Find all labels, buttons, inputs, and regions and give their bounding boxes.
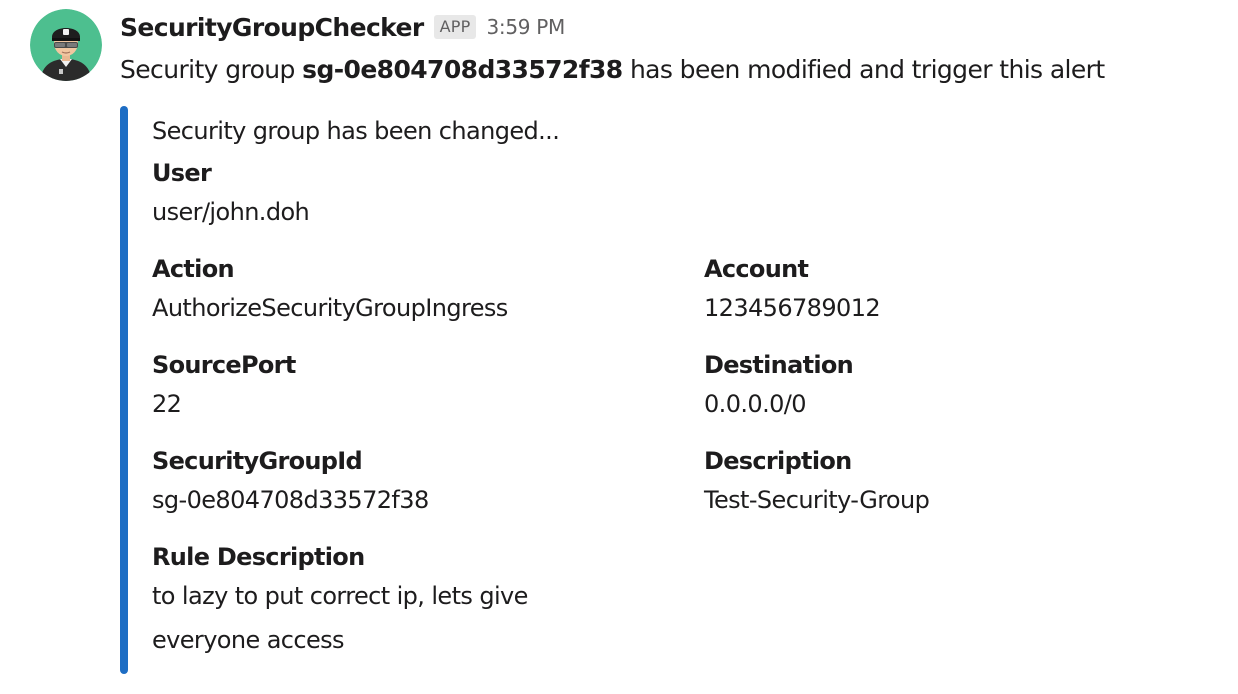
message-text-suffix: has been modified and trigger this alert — [622, 55, 1105, 84]
field-source-port: SourcePort 22 — [152, 348, 672, 426]
field-value: Test-Security-Group — [704, 486, 930, 514]
alert-attachment: Security group has been changed... User … — [120, 106, 1120, 674]
field-title: Rule Description — [152, 543, 365, 571]
field-value: sg-0e804708d33572f38 — [152, 486, 429, 514]
message-timestamp[interactable]: 3:59 PM — [486, 15, 565, 39]
message-header: SecurityGroupChecker APP 3:59 PM — [120, 10, 565, 44]
field-value: user/john.doh — [152, 198, 310, 226]
security-guard-avatar-icon — [30, 9, 102, 81]
field-value: AuthorizeSecurityGroupIngress — [152, 294, 508, 322]
field-value: 0.0.0.0/0 — [704, 390, 807, 418]
field-destination: Destination 0.0.0.0/0 — [704, 348, 1224, 426]
field-title: User — [152, 159, 212, 187]
field-account: Account 123456789012 — [704, 252, 1224, 330]
field-description: Description Test-Security-Group — [704, 444, 1224, 522]
attachment-pretext: Security group has been changed... — [152, 117, 560, 145]
field-rule-description: Rule Description to lazy to put correct … — [152, 540, 672, 662]
app-badge: APP — [433, 15, 477, 39]
message-text: Security group sg-0e804708d33572f38 has … — [120, 52, 1105, 88]
avatar[interactable] — [30, 9, 102, 81]
field-title: Action — [152, 255, 235, 283]
field-value: 123456789012 — [704, 294, 881, 322]
field-title: SecurityGroupId — [152, 447, 363, 475]
slack-message: SecurityGroupChecker APP 3:59 PM Securit… — [0, 0, 1238, 694]
sender-name[interactable]: SecurityGroupChecker — [120, 13, 424, 42]
field-value: to lazy to put correct ip, lets give eve… — [152, 582, 528, 654]
field-title: Account — [704, 255, 809, 283]
field-title: Destination — [704, 351, 854, 379]
field-security-group-id: SecurityGroupId sg-0e804708d33572f38 — [152, 444, 672, 522]
security-group-id-bold: sg-0e804708d33572f38 — [302, 55, 623, 84]
attachment-color-bar — [120, 106, 128, 674]
field-action: Action AuthorizeSecurityGroupIngress — [152, 252, 672, 330]
field-value: 22 — [152, 390, 182, 418]
message-text-prefix: Security group — [120, 55, 303, 84]
field-user: User user/john.doh — [152, 156, 672, 234]
field-title: SourcePort — [152, 351, 296, 379]
field-title: Description — [704, 447, 852, 475]
